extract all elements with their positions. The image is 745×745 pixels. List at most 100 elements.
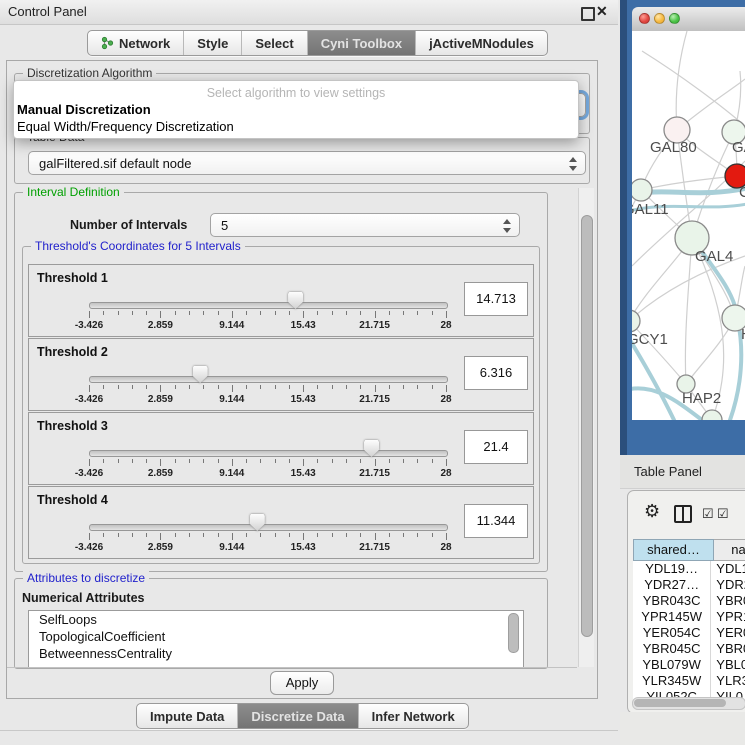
slider-tick-labels: -3.4262.8599.14415.4321.71528 bbox=[89, 468, 446, 480]
tick-mark bbox=[403, 459, 404, 463]
threshold-value-field[interactable]: 11.344 bbox=[464, 504, 528, 538]
slider-ticks bbox=[89, 311, 446, 319]
tick-label: 21.715 bbox=[359, 468, 390, 479]
cell-name: YBL0 bbox=[711, 657, 745, 673]
slider-track[interactable] bbox=[89, 524, 448, 531]
num-intervals-combo[interactable]: 5 bbox=[210, 213, 520, 237]
panel-title: Control Panel bbox=[8, 4, 87, 19]
network-tab-icon bbox=[101, 36, 114, 50]
table-row[interactable]: YER054CYER0 bbox=[633, 625, 745, 641]
close-traffic-light-icon[interactable] bbox=[639, 13, 650, 24]
checkbox-icon[interactable]: ☑ bbox=[702, 506, 714, 522]
tick-label: 9.144 bbox=[219, 468, 244, 479]
table-row[interactable]: YDL19…YDL1 bbox=[633, 561, 745, 577]
table-row[interactable]: YBR043CYBR0 bbox=[633, 593, 745, 609]
minimize-traffic-light-icon[interactable] bbox=[654, 13, 665, 24]
table-data-combo[interactable]: galFiltered.sif default node bbox=[28, 151, 586, 175]
zoom-traffic-light-icon[interactable] bbox=[669, 13, 680, 24]
tab-select[interactable]: Select bbox=[242, 31, 307, 55]
slider-ticks bbox=[89, 533, 446, 541]
tab-jactivemnodules[interactable]: jActiveMNodules bbox=[416, 31, 547, 55]
tick-mark bbox=[132, 385, 133, 389]
tick-mark bbox=[89, 311, 90, 318]
cell-shared-name: YPR145W bbox=[633, 609, 711, 625]
node-label: GCY1 bbox=[632, 331, 668, 348]
tick-label: 9.144 bbox=[219, 394, 244, 405]
tick-mark bbox=[260, 311, 261, 315]
tick-mark bbox=[189, 385, 190, 389]
gear-icon[interactable]: ⚙ bbox=[644, 501, 660, 522]
list-scrollbar-thumb[interactable] bbox=[508, 613, 519, 653]
tab-style[interactable]: Style bbox=[184, 31, 242, 55]
attribute-item-betweennesscentrality[interactable]: BetweennessCentrality bbox=[29, 645, 523, 662]
tab-network[interactable]: Network bbox=[88, 31, 184, 55]
popup-option-manual-discretization[interactable]: Manual Discretization bbox=[17, 102, 151, 117]
threshold-value-field[interactable]: 6.316 bbox=[464, 356, 528, 390]
tick-mark bbox=[289, 311, 290, 315]
split-columns-icon[interactable] bbox=[674, 505, 692, 523]
combo-stepper-icon bbox=[568, 156, 576, 172]
table-row[interactable]: YPR145WYPR1 bbox=[633, 609, 745, 625]
network-canvas[interactable]: GAL80GACGAL11GAL4GCY1HHAP2 bbox=[632, 31, 745, 420]
close-icon[interactable]: ✕ bbox=[596, 3, 608, 20]
tick-label: 2.859 bbox=[148, 320, 173, 331]
checkbox-icon[interactable]: ☑ bbox=[717, 506, 729, 522]
slider-tick-labels: -3.4262.8599.14415.4321.71528 bbox=[89, 394, 446, 406]
tab-cyni-toolbox[interactable]: Cyni Toolbox bbox=[308, 31, 416, 55]
table-row[interactable]: YLR345WYLR3 bbox=[633, 673, 745, 689]
table-hscrollbar-thumb[interactable] bbox=[634, 699, 726, 707]
tick-mark bbox=[275, 311, 276, 315]
tab-impute-data[interactable]: Impute Data bbox=[137, 704, 238, 728]
attribute-list[interactable]: SelfLoopsTopologicalCoefficientBetweenne… bbox=[28, 610, 524, 668]
slider-track[interactable] bbox=[89, 376, 448, 383]
slider-thumb[interactable] bbox=[250, 514, 265, 531]
table-row[interactable]: YBL079WYBL0 bbox=[633, 657, 745, 673]
tick-mark bbox=[432, 385, 433, 389]
table-row[interactable]: YBR045CYBR0 bbox=[633, 641, 745, 657]
threshold-label: Threshold 2 bbox=[37, 345, 108, 359]
tick-mark bbox=[203, 311, 204, 315]
tick-label: 15.43 bbox=[291, 468, 316, 479]
slider-track[interactable] bbox=[89, 450, 448, 457]
popup-option-equal-width-frequency-discretization[interactable]: Equal Width/Frequency Discretization bbox=[17, 119, 234, 134]
tick-label: -3.426 bbox=[75, 542, 103, 553]
group-title: Interval Definition bbox=[23, 185, 124, 199]
tick-mark bbox=[118, 459, 119, 463]
tick-mark bbox=[446, 459, 447, 466]
node-label: HAP2 bbox=[682, 390, 721, 407]
column-header[interactable]: na bbox=[714, 539, 745, 561]
tab-discretize-data[interactable]: Discretize Data bbox=[238, 704, 358, 728]
table-hscrollbar-track[interactable] bbox=[632, 697, 745, 710]
attribute-item-selfloops[interactable]: SelfLoops bbox=[29, 611, 523, 628]
tick-mark bbox=[246, 459, 247, 463]
network-node-gal11[interactable] bbox=[632, 179, 652, 201]
tick-mark bbox=[332, 311, 333, 315]
tick-label: 21.715 bbox=[359, 320, 390, 331]
node-label: GAL11 bbox=[632, 201, 669, 218]
tick-label: 2.859 bbox=[148, 542, 173, 553]
tick-label: 9.144 bbox=[219, 542, 244, 553]
table-row[interactable]: YDR27…YDR2 bbox=[633, 577, 745, 593]
threshold-value-field[interactable]: 21.4 bbox=[464, 430, 528, 464]
tick-mark bbox=[403, 385, 404, 389]
float-window-icon[interactable] bbox=[581, 7, 595, 21]
slider-tick-labels: -3.4262.8599.14415.4321.71528 bbox=[89, 320, 446, 332]
slider-thumb[interactable] bbox=[364, 440, 379, 457]
slider-thumb[interactable] bbox=[193, 366, 208, 383]
slider-thumb[interactable] bbox=[288, 292, 303, 309]
tick-mark bbox=[289, 385, 290, 389]
column-header[interactable]: shared… bbox=[633, 539, 714, 561]
tick-mark bbox=[232, 459, 233, 466]
slider-track[interactable] bbox=[89, 302, 448, 309]
network-node[interactable] bbox=[702, 410, 722, 420]
network-window-titlebar[interactable] bbox=[632, 7, 745, 32]
tick-mark bbox=[360, 459, 361, 463]
attribute-item-topologicalcoefficient[interactable]: TopologicalCoefficient bbox=[29, 628, 523, 645]
panel-scrollbar-track[interactable] bbox=[578, 188, 594, 667]
threshold-value-field[interactable]: 14.713 bbox=[464, 282, 528, 316]
tick-mark bbox=[317, 385, 318, 389]
apply-button[interactable]: Apply bbox=[270, 671, 334, 695]
tick-mark bbox=[232, 385, 233, 392]
panel-scrollbar-thumb[interactable] bbox=[581, 215, 593, 637]
tab-infer-network[interactable]: Infer Network bbox=[359, 704, 468, 728]
